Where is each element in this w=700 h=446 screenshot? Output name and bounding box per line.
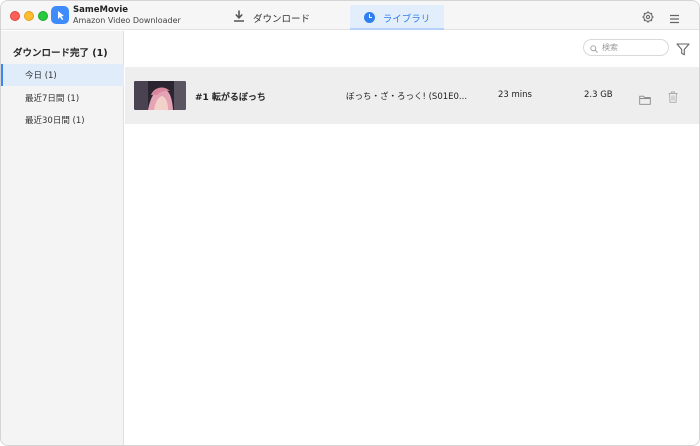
app-logo-icon <box>51 6 69 24</box>
table-row[interactable]: #1 転がるぼっち ぼっち・ざ・ろっく! (S01E0... 23 mins 2… <box>125 67 699 124</box>
tab-download-label: ダウンロード <box>253 13 311 25</box>
video-duration: 23 mins <box>498 90 532 100</box>
filter-icon[interactable] <box>676 41 690 56</box>
sidebar-item-label: 最近7日間 (1) <box>25 94 80 104</box>
sidebar-item-last-30-days[interactable]: 最近30日間 (1) <box>1 109 124 131</box>
minimize-window-button[interactable] <box>24 11 34 21</box>
main-content: #1 転がるぼっち ぼっち・ざ・ろっく! (S01E0... 23 mins 2… <box>125 31 699 445</box>
tab-library[interactable]: ライブラリ <box>350 5 444 30</box>
video-size: 2.3 GB <box>584 90 613 100</box>
search-input[interactable] <box>602 43 662 52</box>
title-bar: SameMovie Amazon Video Downloader ダウンロード… <box>1 1 699 30</box>
sidebar-heading: ダウンロード完了 (1) <box>13 48 108 59</box>
maximize-window-button[interactable] <box>38 11 48 21</box>
sidebar-item-label: 今日 (1) <box>25 71 57 81</box>
video-series: ぼっち・ざ・ろっく! (S01E0... <box>346 92 467 102</box>
video-thumbnail <box>134 81 186 110</box>
sidebar-item-last-7-days[interactable]: 最近7日間 (1) <box>1 87 124 109</box>
sidebar: ダウンロード完了 (1) 今日 (1) 最近7日間 (1) 最近30日間 (1) <box>1 31 124 445</box>
menu-icon[interactable] <box>669 9 680 24</box>
settings-gear-icon[interactable] <box>642 8 654 23</box>
search-icon <box>590 38 598 57</box>
sidebar-item-label: 最近30日間 (1) <box>25 116 85 126</box>
app-window: SameMovie Amazon Video Downloader ダウンロード… <box>0 0 700 446</box>
download-icon <box>233 10 245 25</box>
sidebar-item-today[interactable]: 今日 (1) <box>1 64 124 86</box>
search-box <box>583 39 669 56</box>
app-name: SameMovie <box>73 5 128 15</box>
tab-download[interactable]: ダウンロード <box>233 5 310 30</box>
trash-icon[interactable] <box>668 88 678 103</box>
clock-icon <box>363 12 375 23</box>
tab-library-label: ライブラリ <box>382 13 431 25</box>
app-subtitle: Amazon Video Downloader <box>73 16 181 25</box>
close-window-button[interactable] <box>10 11 20 21</box>
folder-icon[interactable] <box>639 90 651 105</box>
video-title: #1 転がるぼっち <box>195 93 266 103</box>
